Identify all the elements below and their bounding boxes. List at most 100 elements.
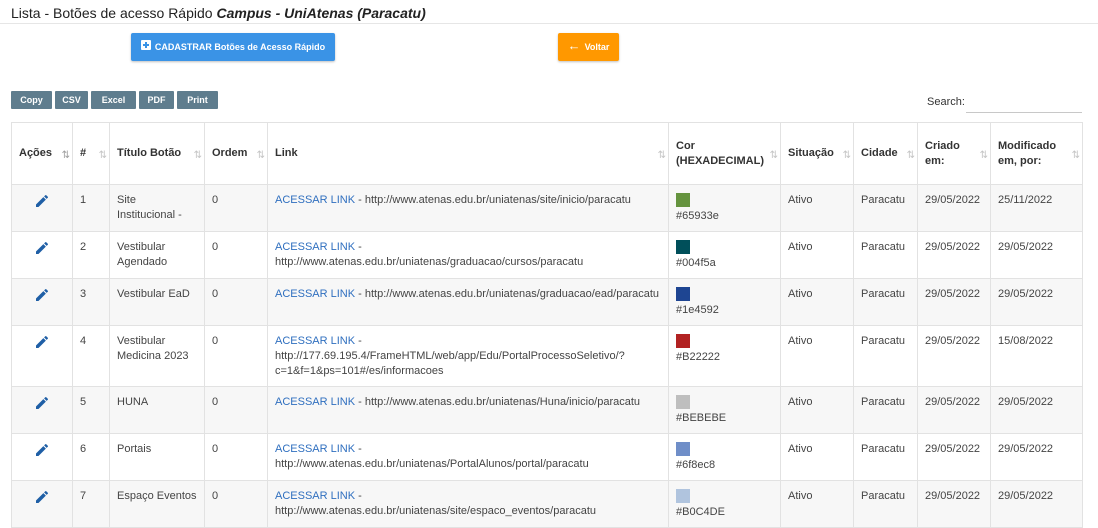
button-title: Site Institucional - bbox=[109, 184, 205, 232]
color-swatch bbox=[676, 240, 690, 254]
button-title: Vestibular Medicina 2023 bbox=[109, 325, 205, 387]
color-hex: #65933e bbox=[676, 210, 719, 222]
link-cell: ACESSAR LINK - http://www.atenas.edu.br/… bbox=[267, 184, 669, 232]
column-header-link[interactable]: Link ⇅ bbox=[267, 122, 669, 185]
status-value: Ativo bbox=[780, 433, 854, 481]
modified-date: 25/11/2022 bbox=[990, 184, 1083, 232]
status-value: Ativo bbox=[780, 480, 854, 528]
city-value: Paracatu bbox=[853, 480, 918, 528]
order-value: 0 bbox=[204, 278, 268, 326]
actions-cell bbox=[11, 433, 73, 481]
page-title-text: Lista - Botões de acesso Rápido bbox=[11, 5, 213, 21]
column-header-situacao[interactable]: Situação ⇅ bbox=[780, 122, 854, 185]
excel-button[interactable]: Excel bbox=[91, 91, 136, 109]
status-value: Ativo bbox=[780, 278, 854, 326]
page-title: Lista - Botões de acesso Rápido Campus -… bbox=[11, 5, 426, 21]
button-title: Vestibular EaD bbox=[109, 278, 205, 326]
created-date: 29/05/2022 bbox=[917, 480, 991, 528]
sort-icon: ⇅ bbox=[842, 149, 852, 161]
modified-date: 15/08/2022 bbox=[990, 325, 1083, 387]
link-url: http://www.atenas.edu.br/uniatenas/Huna/… bbox=[364, 396, 641, 408]
access-link[interactable]: ACESSAR LINK bbox=[275, 241, 355, 253]
access-link[interactable]: ACESSAR LINK bbox=[275, 396, 355, 408]
city-value: Paracatu bbox=[853, 433, 918, 481]
sort-icon: ⇅ bbox=[98, 149, 108, 161]
color-cell: #65933e bbox=[668, 184, 781, 232]
link-url: http://www.atenas.edu.br/uniatenas/gradu… bbox=[275, 256, 584, 268]
copy-button[interactable]: Copy bbox=[11, 91, 52, 109]
color-swatch bbox=[676, 395, 690, 409]
pencil-icon[interactable] bbox=[34, 395, 50, 411]
row-number: 3 bbox=[72, 278, 110, 326]
table-row: 6 Portais 0 ACESSAR LINK - http://www.atena… bbox=[11, 433, 1083, 481]
button-title: Portais bbox=[109, 433, 205, 481]
csv-button[interactable]: CSV bbox=[55, 91, 88, 109]
modified-date: 29/05/2022 bbox=[990, 231, 1083, 279]
order-value: 0 bbox=[204, 184, 268, 232]
access-link[interactable]: ACESSAR LINK bbox=[275, 490, 355, 502]
table-row: 7 Espaço Eventos 0 ACESSAR LINK - http://ww… bbox=[11, 480, 1083, 528]
created-date: 29/05/2022 bbox=[917, 433, 991, 481]
search-input[interactable] bbox=[966, 91, 1082, 113]
access-link[interactable]: ACESSAR LINK bbox=[275, 194, 355, 206]
print-button[interactable]: Print bbox=[177, 91, 218, 109]
pencil-icon[interactable] bbox=[34, 442, 50, 458]
city-value: Paracatu bbox=[853, 386, 918, 434]
color-swatch bbox=[676, 489, 690, 503]
status-value: Ativo bbox=[780, 231, 854, 279]
color-hex: #1e4592 bbox=[676, 304, 719, 316]
sort-icon: ⇅ bbox=[61, 149, 71, 161]
table-header-row: Ações ⇅ # ⇅ Título Botão ⇅ Ordem ⇅ Link ⇅ Cor… bbox=[11, 122, 1083, 185]
city-value: Paracatu bbox=[853, 184, 918, 232]
link-url-separator: - bbox=[355, 335, 362, 347]
city-value: Paracatu bbox=[853, 325, 918, 387]
link-url-separator: - bbox=[355, 241, 362, 253]
link-url-separator: - bbox=[355, 288, 365, 300]
column-header-cidade[interactable]: Cidade ⇅ bbox=[853, 122, 918, 185]
pencil-icon[interactable] bbox=[34, 193, 50, 209]
color-cell: #004f5a bbox=[668, 231, 781, 279]
page-title-campus: Campus - UniAtenas (Paracatu) bbox=[216, 5, 426, 21]
sort-icon: ⇅ bbox=[906, 149, 916, 161]
pdf-button[interactable]: PDF bbox=[139, 91, 174, 109]
link-url: http://www.atenas.edu.br/uniatenas/gradu… bbox=[364, 288, 660, 300]
column-header-titulo[interactable]: Título Botão ⇅ bbox=[109, 122, 205, 185]
row-number: 2 bbox=[72, 231, 110, 279]
link-cell: ACESSAR LINK - http://www.atenas.edu.br/… bbox=[267, 433, 669, 481]
access-link[interactable]: ACESSAR LINK bbox=[275, 288, 355, 300]
color-hex: #B0C4DE bbox=[676, 506, 725, 518]
pencil-icon[interactable] bbox=[34, 287, 50, 303]
color-cell: #6f8ec8 bbox=[668, 433, 781, 481]
column-header-modificado[interactable]: Modificado em, por: ⇅ bbox=[990, 122, 1083, 185]
access-link[interactable]: ACESSAR LINK bbox=[275, 335, 355, 347]
actions-cell bbox=[11, 325, 73, 387]
row-number: 1 bbox=[72, 184, 110, 232]
row-number: 6 bbox=[72, 433, 110, 481]
pencil-icon[interactable] bbox=[34, 489, 50, 505]
city-value: Paracatu bbox=[853, 278, 918, 326]
column-header-acoes[interactable]: Ações ⇅ bbox=[11, 122, 73, 185]
quick-access-table: Ações ⇅ # ⇅ Título Botão ⇅ Ordem ⇅ Link ⇅ Cor… bbox=[11, 122, 1083, 528]
sort-icon: ⇅ bbox=[657, 149, 667, 161]
color-hex: #B22222 bbox=[676, 351, 721, 363]
actions-cell bbox=[11, 184, 73, 232]
link-cell: ACESSAR LINK - http://www.atenas.edu.br/… bbox=[267, 480, 669, 528]
order-value: 0 bbox=[204, 480, 268, 528]
link-url-separator: - bbox=[355, 443, 362, 455]
column-header-ordem[interactable]: Ordem ⇅ bbox=[204, 122, 268, 185]
column-header-cor[interactable]: Cor (HEXADECIMAL) ⇅ bbox=[668, 122, 781, 185]
back-button[interactable]: ← Voltar bbox=[558, 33, 619, 61]
column-header-criado[interactable]: Criado em: ⇅ bbox=[917, 122, 991, 185]
color-cell: #B0C4DE bbox=[668, 480, 781, 528]
column-header-num[interactable]: # ⇅ bbox=[72, 122, 110, 185]
modified-date: 29/05/2022 bbox=[990, 386, 1083, 434]
link-url-separator: - bbox=[355, 490, 362, 502]
row-number: 4 bbox=[72, 325, 110, 387]
pencil-icon[interactable] bbox=[34, 334, 50, 350]
plus-square-icon bbox=[140, 40, 151, 50]
pencil-icon[interactable] bbox=[34, 240, 50, 256]
access-link[interactable]: ACESSAR LINK bbox=[275, 443, 355, 455]
color-cell: #B22222 bbox=[668, 325, 781, 387]
add-quick-access-button[interactable]: CADASTRAR Botões de Acesso Rápido bbox=[131, 33, 335, 61]
link-cell: ACESSAR LINK - http://177.69.195.4/Frame… bbox=[267, 325, 669, 387]
